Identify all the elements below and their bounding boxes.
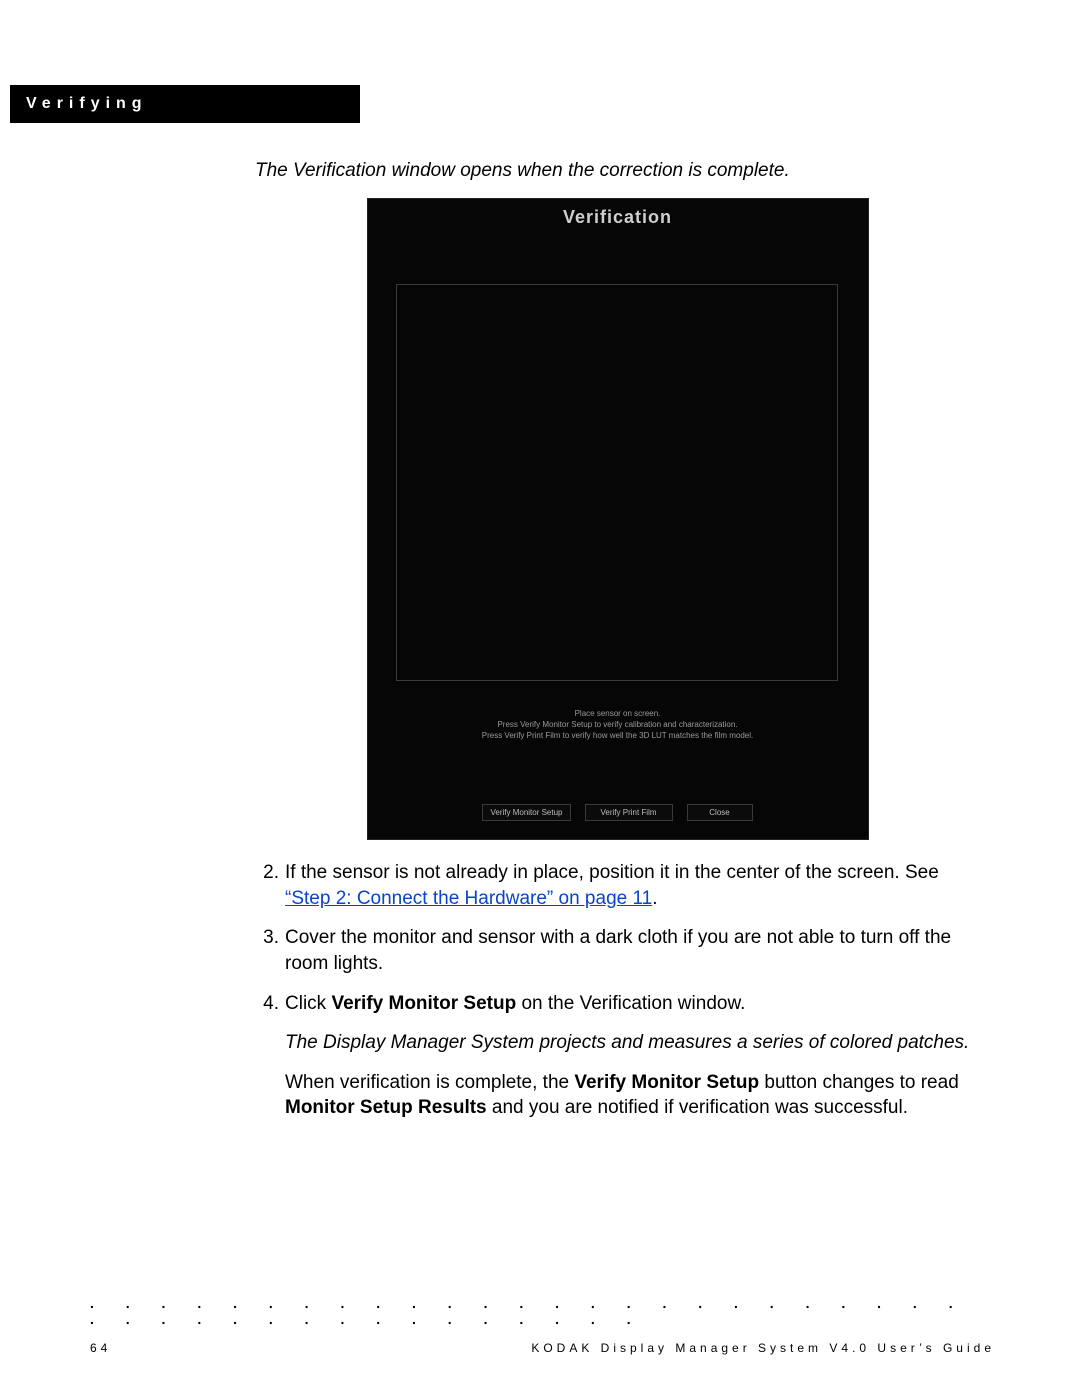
section-header: Verifying: [10, 85, 360, 123]
hint-line-3: Press Verify Print Film to verify how we…: [368, 731, 868, 742]
step-body: If the sensor is not already in place, p…: [285, 860, 980, 911]
text: button changes to read: [759, 1072, 959, 1093]
footer-title: KODAK Display Manager System V4.0 User’s…: [531, 1341, 995, 1355]
hardware-link[interactable]: “Step 2: Connect the Hardware” on page 1…: [285, 888, 652, 909]
intro-text: The Verification window opens when the c…: [255, 160, 980, 182]
step-4: 4. Click Verify Monitor Setup on the Ver…: [255, 991, 980, 1017]
text: When verification is complete, the: [285, 1072, 574, 1093]
verify-print-film-button[interactable]: Verify Print Film: [585, 804, 673, 821]
step-text: If the sensor is not already in place, p…: [285, 862, 939, 883]
step-body: Cover the monitor and sensor with a dark…: [285, 925, 980, 976]
completion-note: When verification is complete, the Verif…: [285, 1070, 980, 1121]
close-button[interactable]: Close: [687, 804, 753, 821]
verification-window: Verification Place sensor on screen. Pre…: [367, 198, 869, 840]
section-header-text: Verifying: [26, 95, 148, 112]
hint-line-2: Press Verify Monitor Setup to verify cal…: [368, 720, 868, 731]
step-text-end: on the Verification window.: [516, 993, 745, 1014]
text: and you are notified if verification was…: [487, 1097, 908, 1118]
step-number: 3.: [255, 925, 279, 976]
verification-buttons: Verify Monitor Setup Verify Print Film C…: [368, 804, 868, 821]
hint-line-1: Place sensor on screen.: [368, 709, 868, 720]
result-note: The Display Manager System projects and …: [285, 1030, 980, 1056]
bold-text: Verify Monitor Setup: [574, 1072, 759, 1093]
verification-display-area: [396, 284, 838, 681]
page-number: 64: [90, 1341, 111, 1355]
bold-text: Monitor Setup Results: [285, 1097, 487, 1118]
step-2: 2. If the sensor is not already in place…: [255, 860, 980, 911]
verify-monitor-setup-button[interactable]: Verify Monitor Setup: [482, 804, 570, 821]
dotted-rule: . . . . . . . . . . . . . . . . . . . . …: [90, 1295, 995, 1327]
verification-hint: Place sensor on screen. Press Verify Mon…: [368, 709, 868, 741]
step-3: 3. Cover the monitor and sensor with a d…: [255, 925, 980, 976]
step-number: 4.: [255, 991, 279, 1017]
instruction-list: 2. If the sensor is not already in place…: [255, 860, 980, 1121]
bold-text: Verify Monitor Setup: [331, 993, 516, 1014]
step-number: 2.: [255, 860, 279, 911]
main-content: The Verification window opens when the c…: [255, 160, 980, 1121]
step-body: Click Verify Monitor Setup on the Verifi…: [285, 991, 980, 1017]
page-footer: 64 KODAK Display Manager System V4.0 Use…: [90, 1341, 995, 1355]
step-text-end: .: [652, 888, 657, 909]
step-text: Click: [285, 993, 331, 1014]
verification-title: Verification: [368, 199, 868, 228]
